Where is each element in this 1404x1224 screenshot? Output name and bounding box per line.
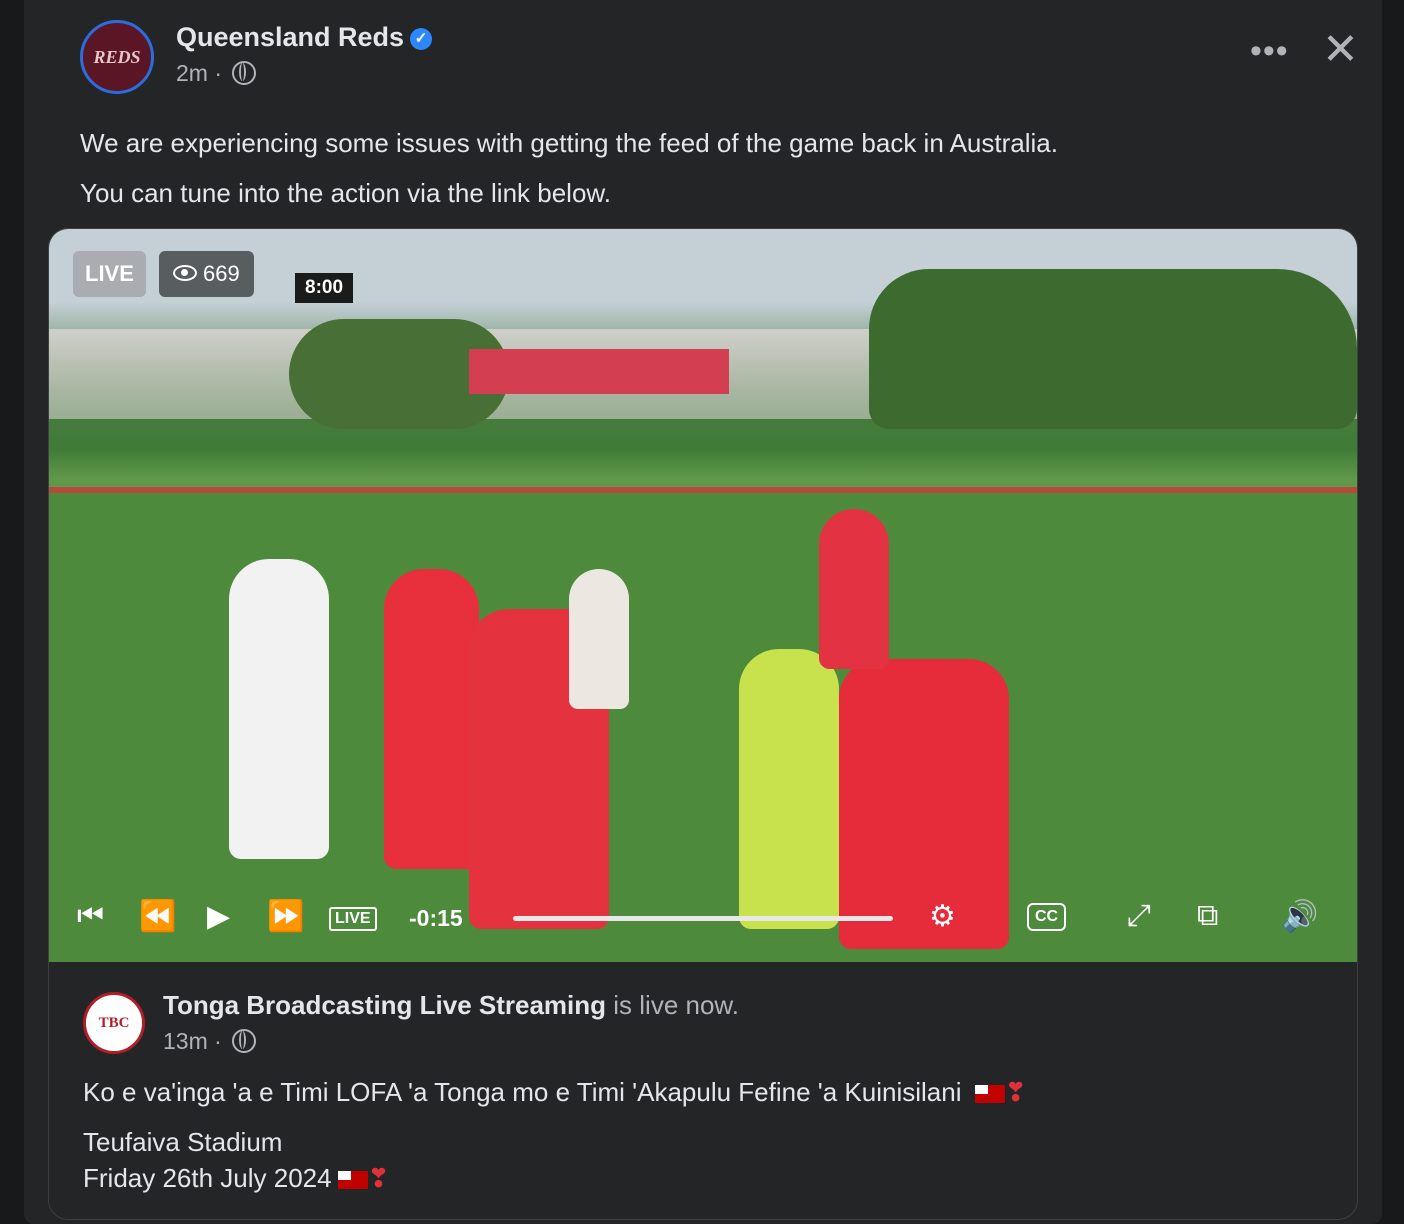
shared-live-video[interactable]: LIVE 669 8:00 ⏮ ⏪ ▶ ⏩ LIVE -0:15 ⚙ CC ⤢ … xyxy=(48,228,1358,1220)
video-player-figure xyxy=(819,509,889,669)
shared-description: Ko e va'inga 'a e Timi LOFA 'a Tonga mo … xyxy=(83,1077,1027,1107)
post-time[interactable]: 2m xyxy=(176,60,208,86)
video-player-figure xyxy=(569,569,629,709)
post-text: We are experiencing some issues with get… xyxy=(80,118,1058,218)
tonga-flag-icon xyxy=(337,1171,368,1189)
video-controls: ⏮ ⏪ ▶ ⏩ LIVE -0:15 ⚙ CC ⤢ ⧉ 🔊 xyxy=(49,889,1357,949)
venue-name: Teufaiva Stadium xyxy=(83,1127,283,1157)
live-indicator: LIVE xyxy=(73,251,146,297)
post-text-line: We are experiencing some issues with get… xyxy=(80,128,1058,158)
play-icon[interactable]: ▶ xyxy=(207,899,230,934)
video-trees xyxy=(869,269,1357,429)
shared-meta: 13m · xyxy=(163,1028,257,1055)
video-player[interactable]: LIVE 669 8:00 ⏮ ⏪ ▶ ⏩ LIVE -0:15 ⚙ CC ⤢ … xyxy=(49,229,1357,962)
heart-icon: ❣ xyxy=(1004,1077,1027,1107)
captions-button[interactable]: CC xyxy=(1027,903,1067,931)
verified-icon: ✓ xyxy=(410,28,433,50)
globe-icon xyxy=(232,61,257,85)
globe-icon xyxy=(232,1029,257,1053)
fast-forward-icon[interactable]: ⏩ xyxy=(267,899,304,934)
video-player-figure xyxy=(229,559,329,859)
live-badge[interactable]: LIVE xyxy=(329,907,377,931)
tbc-logo[interactable]: TBC xyxy=(83,992,145,1054)
shared-post-info: TBC Tonga Broadcasting Live Streaming is… xyxy=(49,962,1357,1219)
scoreboard-clock: 8:00 xyxy=(295,273,354,303)
viewer-count: 669 xyxy=(159,251,254,297)
settings-icon[interactable]: ⚙ xyxy=(929,899,956,934)
time-remaining: -0:15 xyxy=(409,905,463,931)
skip-back-icon[interactable]: ⏮ xyxy=(77,899,104,933)
post-meta: 2m · xyxy=(176,60,257,87)
shared-venue: Teufaiva Stadium Friday 26th July 2024 ❣ xyxy=(83,1124,389,1196)
video-banner xyxy=(469,349,729,394)
heart-icon: ❣ xyxy=(367,1163,390,1193)
shared-title: Tonga Broadcasting Live Streaming is liv… xyxy=(163,990,739,1021)
tonga-flag-icon xyxy=(974,1085,1005,1103)
post-author[interactable]: Queensland Reds ✓ xyxy=(176,22,433,53)
pip-icon[interactable]: ⧉ xyxy=(1197,899,1218,933)
shared-time[interactable]: 13m xyxy=(163,1028,208,1054)
author-name[interactable]: Queensland Reds xyxy=(176,22,404,52)
post-text-line: You can tune into the action via the lin… xyxy=(80,178,611,208)
live-status: is live now. xyxy=(606,990,739,1020)
event-date: Friday 26th July 2024 ❣ xyxy=(83,1163,390,1193)
more-options-button[interactable]: ••• xyxy=(1250,32,1289,71)
video-touchline xyxy=(49,487,1357,493)
close-button[interactable]: ✕ xyxy=(1322,28,1359,72)
eye-icon xyxy=(173,265,197,281)
fullscreen-icon[interactable]: ⤢ xyxy=(1127,899,1151,933)
progress-bar[interactable] xyxy=(513,916,893,921)
page-avatar[interactable]: REDS xyxy=(80,20,154,94)
video-player-figure xyxy=(384,569,479,869)
rewind-icon[interactable]: ⏪ xyxy=(139,899,176,934)
shared-page-name[interactable]: Tonga Broadcasting Live Streaming xyxy=(163,990,606,1020)
video-player-figure xyxy=(739,649,839,929)
volume-icon[interactable]: 🔊 xyxy=(1281,899,1318,934)
